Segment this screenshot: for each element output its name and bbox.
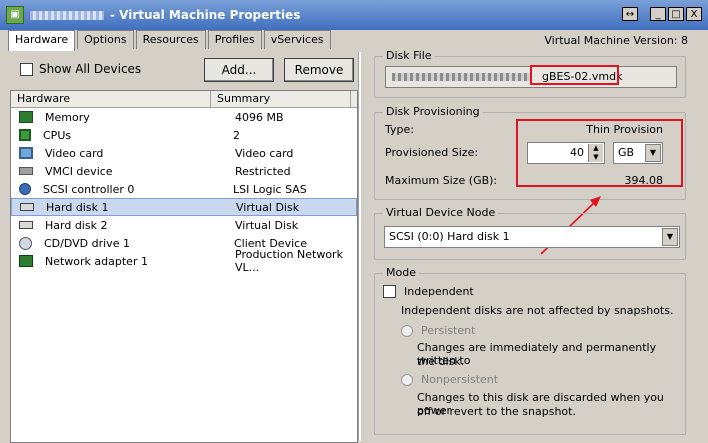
annotation-box-filename xyxy=(530,65,619,85)
show-all-devices[interactable]: Show All Devices xyxy=(20,62,141,76)
maximize-button[interactable]: □ xyxy=(668,7,684,21)
panel-divider xyxy=(358,52,361,441)
hardware-row-network-adapter[interactable]: Network adapter 1 Production Network VL.… xyxy=(11,248,357,274)
independent-description: Independent disks are not affected by sn… xyxy=(401,304,674,317)
restore-size-icon[interactable]: ↔ xyxy=(622,7,638,21)
show-all-label: Show All Devices xyxy=(39,62,142,76)
nonpersistent-label: Nonpersistent xyxy=(421,373,499,386)
hardware-row-vmci[interactable]: VMCI device Restricted xyxy=(11,162,357,180)
vm-properties-window: ▣ - Virtual Machine Properties ↔ _ □ X H… xyxy=(0,0,708,443)
cpu-icon xyxy=(19,129,31,141)
harddisk-icon xyxy=(19,221,33,229)
hardware-panel: Show All Devices Add... Remove Hardware … xyxy=(10,52,358,443)
disk-file-legend: Disk File xyxy=(383,49,435,62)
show-all-checkbox[interactable] xyxy=(20,62,33,76)
independent-checkbox[interactable] xyxy=(383,285,396,298)
tab-strip: Hardware Options Resources Profiles vSer… xyxy=(8,30,333,51)
hardware-row-hard-disk-2[interactable]: Hard disk 2 Virtual Disk xyxy=(11,216,357,234)
title-bar[interactable]: ▣ - Virtual Machine Properties ↔ _ □ X xyxy=(0,0,708,30)
hardware-list-header: Hardware Summary xyxy=(11,91,357,108)
close-button[interactable]: X xyxy=(686,7,702,21)
independent-label: Independent xyxy=(404,285,474,298)
device-node-select[interactable]: SCSI (0:0) Hard disk 1 ▼ xyxy=(384,226,680,248)
add-device-button[interactable]: Add... xyxy=(204,58,274,82)
cdrom-icon xyxy=(19,236,32,250)
nonpersistent-radio[interactable] xyxy=(401,373,413,386)
type-label: Type: xyxy=(385,123,414,136)
hardware-row-hard-disk-1[interactable]: Hard disk 1 Virtual Disk xyxy=(11,198,357,216)
device-node-group: Virtual Device Node SCSI (0:0) Hard disk… xyxy=(374,206,686,260)
provisioned-size-label: Provisioned Size: xyxy=(385,146,479,159)
mode-group: Mode Independent Independent disks are n… xyxy=(374,266,686,435)
harddisk-icon xyxy=(20,203,34,211)
tab-resources[interactable]: Resources xyxy=(135,30,206,49)
max-size-label: Maximum Size (GB): xyxy=(385,174,498,187)
hardware-row-video-card[interactable]: Video card Video card xyxy=(11,144,357,162)
persistent-radio[interactable] xyxy=(401,324,413,337)
remove-device-button[interactable]: Remove xyxy=(284,58,354,82)
tab-vservices[interactable]: vServices xyxy=(263,30,331,49)
vm-version-label: Virtual Machine Version: 8 xyxy=(544,34,688,47)
persistent-description-2: the disk. xyxy=(417,355,465,368)
redacted-vm-name xyxy=(30,10,104,20)
annotation-box-provisioning xyxy=(516,119,683,187)
window-title: - Virtual Machine Properties xyxy=(110,8,301,22)
vmci-icon xyxy=(19,167,33,175)
tab-profiles[interactable]: Profiles xyxy=(207,30,262,49)
persistent-option[interactable]: Persistent xyxy=(401,324,475,337)
nonpersistent-description-2: off or revert to the snapshot. xyxy=(417,405,576,418)
monitor-icon xyxy=(19,147,33,159)
scsi-icon xyxy=(19,183,31,195)
network-icon xyxy=(19,255,33,267)
hardware-row-cpus[interactable]: CPUs 2 xyxy=(11,126,357,144)
hardware-list: Hardware Summary Memory 4096 MB CPUs 2 V… xyxy=(10,90,358,443)
hardware-row-scsi-controller[interactable]: SCSI controller 0 LSI Logic SAS xyxy=(11,180,357,198)
tab-hardware[interactable]: Hardware xyxy=(8,30,76,51)
column-summary[interactable]: Summary xyxy=(211,91,351,107)
tab-options[interactable]: Options xyxy=(77,30,134,49)
vsphere-app-icon: ▣ xyxy=(6,6,24,24)
mode-legend: Mode xyxy=(383,266,419,279)
independent-option[interactable]: Independent xyxy=(383,285,474,298)
disk-provisioning-legend: Disk Provisioning xyxy=(383,105,483,118)
persistent-label: Persistent xyxy=(421,324,476,337)
redacted-path xyxy=(392,73,532,81)
column-hardware[interactable]: Hardware xyxy=(11,91,211,107)
device-node-legend: Virtual Device Node xyxy=(383,206,499,219)
hardware-row-memory[interactable]: Memory 4096 MB xyxy=(11,108,357,126)
memory-icon xyxy=(19,111,33,123)
chevron-down-icon[interactable]: ▼ xyxy=(662,228,678,246)
minimize-button[interactable]: _ xyxy=(650,7,666,21)
nonpersistent-option[interactable]: Nonpersistent xyxy=(401,373,498,386)
